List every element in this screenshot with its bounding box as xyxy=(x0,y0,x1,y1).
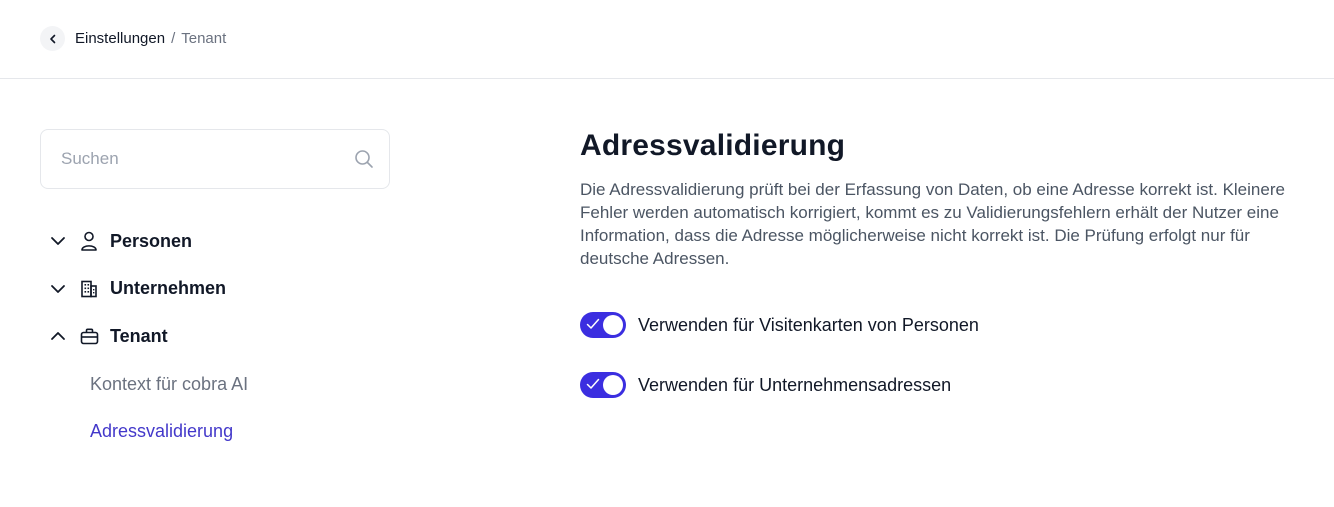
page-description: Die Adressvalidierung prüft bei der Erfa… xyxy=(580,180,1285,268)
unternehmensadressen-toggle[interactable] xyxy=(580,372,626,398)
breadcrumb-einstellungen[interactable]: Einstellungen xyxy=(75,29,165,49)
nav-group-label: Personen xyxy=(110,230,193,251)
nav-item-kontext-cobra-ai[interactable]: Kontext für cobra AI xyxy=(40,361,390,408)
briefcase-icon xyxy=(80,328,110,345)
settings-nav: Personen Unternehmen Tenant Kontext für … xyxy=(40,218,390,455)
nav-group-label: Unternehmen xyxy=(110,278,227,298)
toggle-row-unternehmensadressen: Verwenden für Unternehmensadressen xyxy=(580,370,1300,400)
chevron-down-icon xyxy=(40,236,80,246)
breadcrumb-separator: / xyxy=(171,30,176,47)
chevron-up-icon xyxy=(40,331,80,341)
search-box xyxy=(40,129,390,189)
nav-group-label: Tenant xyxy=(110,325,168,346)
search-input[interactable] xyxy=(61,149,353,169)
breadcrumb: Einstellungen / Tenant xyxy=(75,29,226,49)
chevron-down-icon xyxy=(40,284,80,294)
breadcrumb-current: Tenant xyxy=(181,30,227,47)
search-icon[interactable] xyxy=(353,148,375,170)
toggle-knob xyxy=(603,375,623,395)
person-icon xyxy=(80,231,110,251)
main-content: Adressvalidierung Die Adressvalidierung … xyxy=(580,128,1300,400)
visitenkarten-toggle[interactable] xyxy=(580,312,626,338)
nav-item-adressvalidierung[interactable]: Adressvalidierung xyxy=(40,408,390,455)
toggle-label: Verwenden für Visitenkarten von Personen xyxy=(638,314,979,335)
back-button[interactable] xyxy=(40,26,65,51)
check-icon xyxy=(586,378,600,389)
nav-group-unternehmen[interactable]: Unternehmen xyxy=(40,266,390,312)
chevron-left-icon xyxy=(49,34,55,43)
toggle-row-visitenkarten: Verwenden für Visitenkarten von Personen xyxy=(580,310,1300,340)
check-icon xyxy=(586,318,600,329)
nav-group-personen[interactable]: Personen xyxy=(40,218,390,264)
toggle-knob xyxy=(603,315,623,335)
page-title: Adressvalidierung xyxy=(580,129,846,162)
nav-group-tenant[interactable]: Tenant xyxy=(40,313,390,359)
toggle-label: Verwenden für Unternehmensadressen xyxy=(638,374,952,395)
top-bar: Einstellungen / Tenant xyxy=(0,0,1334,79)
building-icon xyxy=(80,280,110,298)
